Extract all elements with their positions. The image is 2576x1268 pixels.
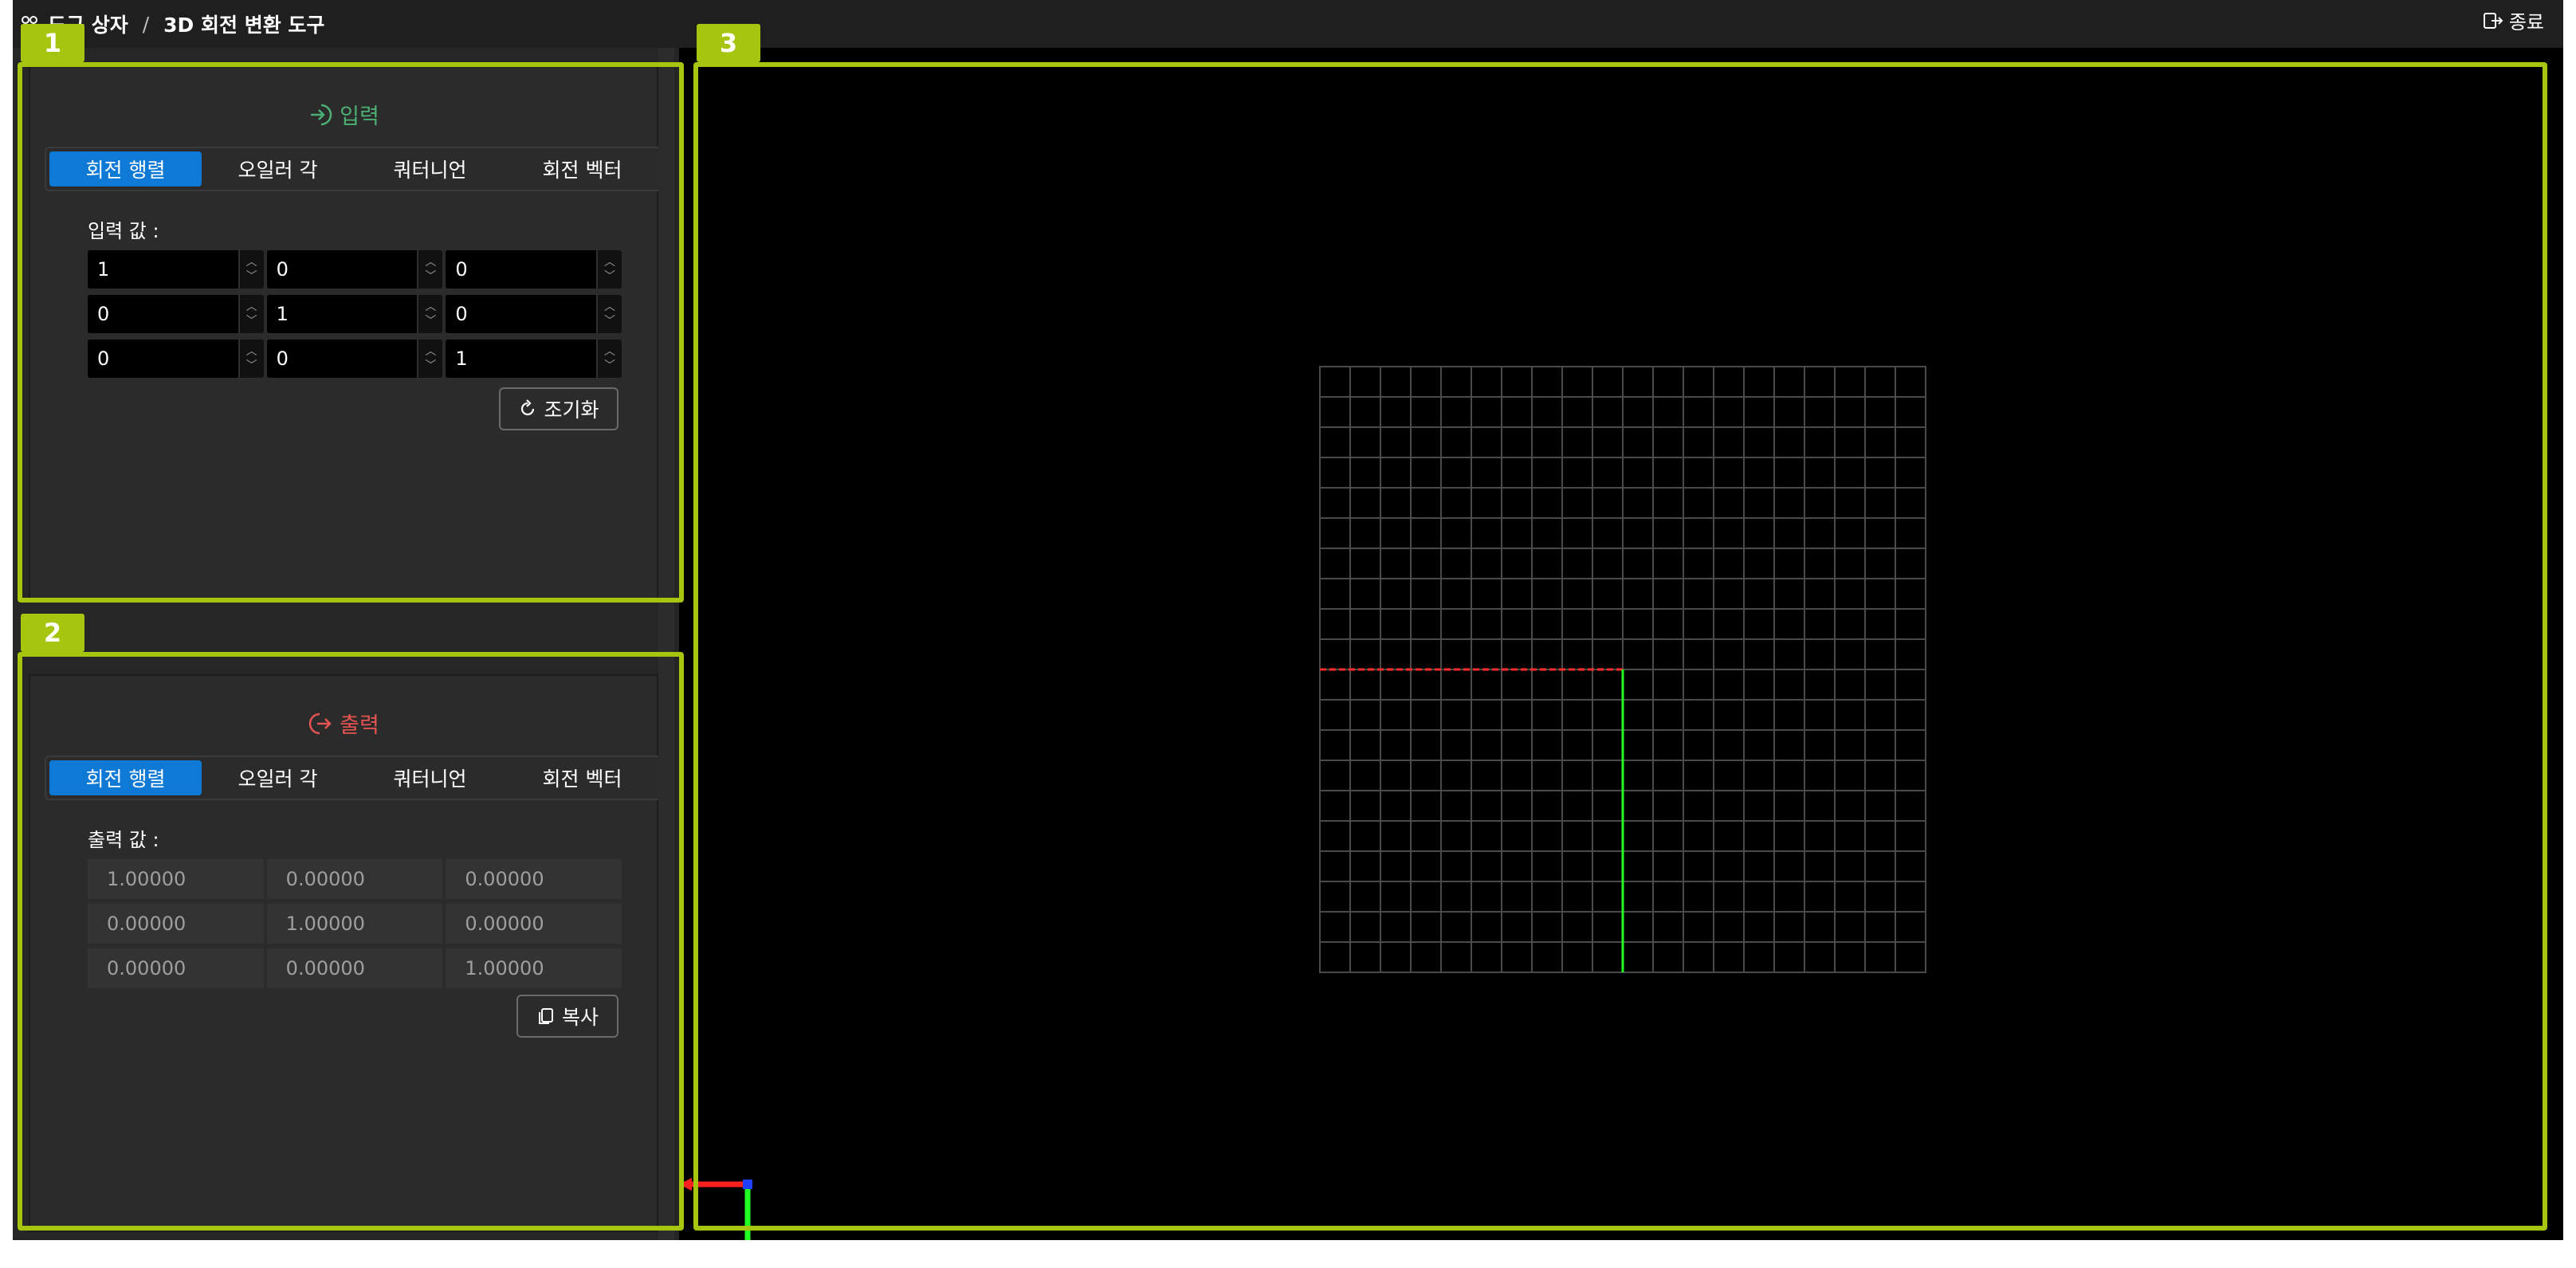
annotation-tag-1: 1 (21, 24, 84, 62)
exit-label: 종료 (2508, 11, 2544, 33)
breadcrumb-separator: / (142, 12, 150, 36)
breadcrumb-current: 3D 회전 변환 도구 (163, 14, 325, 37)
logout-icon (2482, 10, 2504, 32)
annotation-tag-2: 2 (21, 614, 84, 652)
annotation-box-1 (18, 62, 684, 603)
annotation-tag-3: 3 (697, 24, 760, 62)
top-bar: 도구 상자 / 3D 회전 변환 도구 종료 (13, 0, 2563, 48)
annotation-box-3 (693, 62, 2547, 1231)
exit-button[interactable]: 종료 (2482, 6, 2544, 34)
annotation-box-2 (18, 652, 684, 1231)
